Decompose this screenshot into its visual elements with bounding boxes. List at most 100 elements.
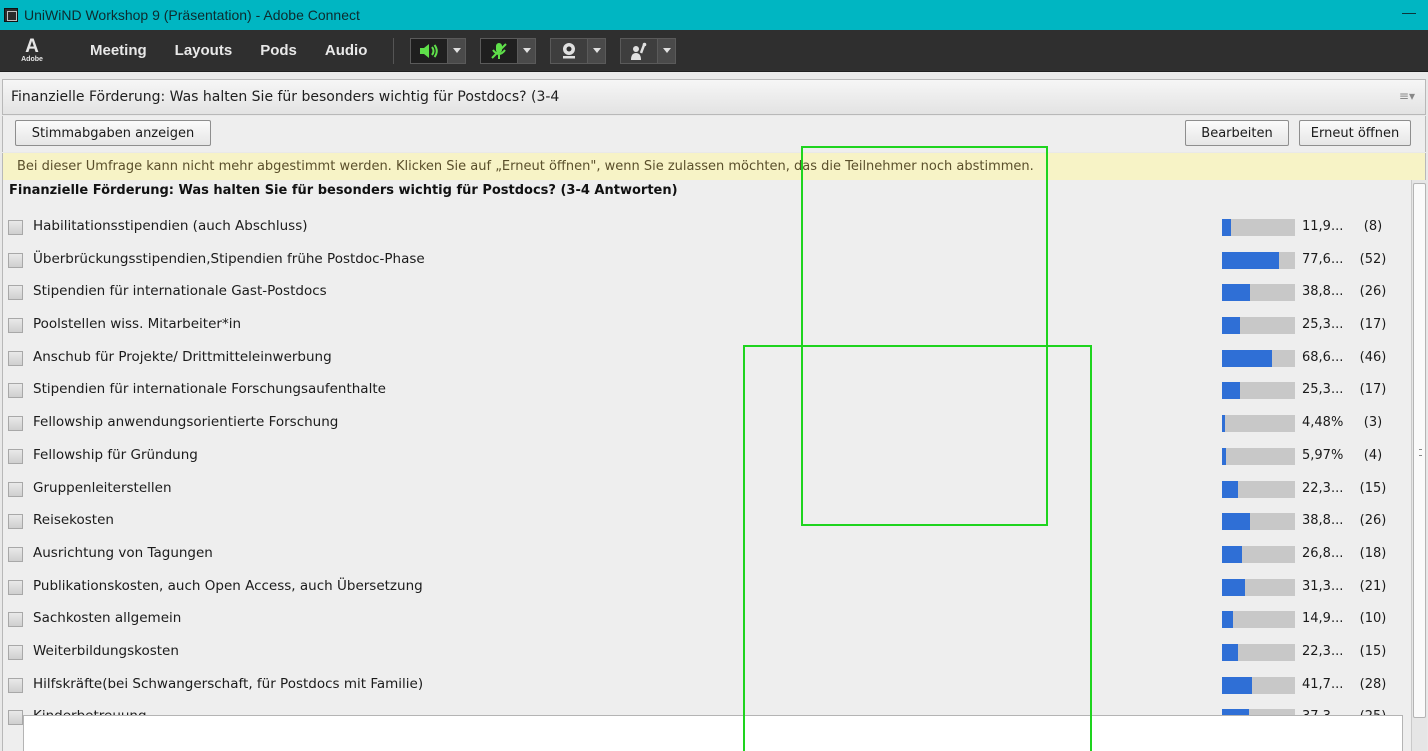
answer-checkbox[interactable]	[8, 350, 23, 366]
answer-result-bar-fill	[1222, 349, 1272, 367]
answer-vote-count: (28)	[1359, 676, 1387, 692]
webcam-dropdown-button[interactable]	[588, 37, 607, 64]
answer-checkbox[interactable]	[8, 285, 23, 301]
webcam-icon	[563, 42, 576, 58]
answer-vote-count: (18)	[1359, 545, 1387, 561]
answer-row: Überbrückungsstipendien,Stipendien frühe…	[3, 244, 1411, 277]
menu-layouts[interactable]: Layouts	[175, 42, 233, 59]
answer-checkbox[interactable]	[8, 644, 23, 660]
answer-checkbox[interactable]	[8, 220, 23, 235]
answer-checkbox[interactable]	[8, 514, 23, 530]
answer-percentage: 38,8...	[1302, 284, 1344, 300]
answer-result-bar	[1222, 578, 1295, 596]
webcam-control[interactable]	[550, 37, 607, 64]
microphone-button[interactable]	[480, 37, 519, 64]
answer-checkbox[interactable]	[8, 481, 23, 497]
answer-checkbox[interactable]	[8, 710, 23, 726]
answer-percentage: 4,48%	[1302, 415, 1344, 431]
answer-label: Weiterbildungskosten	[33, 642, 179, 659]
poll-pod-header: Finanzielle Förderung: Was halten Sie fü…	[2, 79, 1426, 115]
status-control[interactable]	[620, 37, 677, 64]
answer-checkbox[interactable]	[8, 448, 23, 464]
webcam-button[interactable]	[550, 37, 589, 64]
answer-row: Poolstellen wiss. Mitarbeiter*in 25,3... (…	[3, 309, 1411, 342]
reopen-button[interactable]: Erneut öffnen	[1299, 120, 1411, 146]
answer-vote-count: (52)	[1359, 251, 1387, 267]
answer-row: Fellowship anwendungsorientierte Forschu…	[3, 407, 1411, 440]
answer-result-bar-fill	[1222, 545, 1242, 563]
speaker-dropdown-button[interactable]	[448, 37, 467, 64]
chevron-down-icon	[452, 48, 461, 53]
microphone-control[interactable]	[480, 37, 537, 64]
adobe-logo-mark: A	[25, 35, 39, 57]
answer-result-bar	[1222, 447, 1295, 465]
answer-checkbox[interactable]	[8, 318, 23, 334]
answer-result-bar-fill	[1222, 415, 1225, 433]
answer-label: Sachkosten allgemein	[33, 610, 182, 627]
answer-checkbox[interactable]	[8, 579, 23, 595]
answer-vote-count: (3)	[1363, 415, 1383, 431]
edit-button[interactable]: Bearbeiten	[1185, 120, 1289, 146]
answer-result-bar-fill	[1222, 611, 1233, 629]
answer-label: Stipendien für internationale Gast-Postd…	[33, 283, 327, 300]
answer-vote-count: (46)	[1359, 349, 1387, 365]
answer-percentage: 11,9...	[1302, 219, 1344, 234]
menu-pods[interactable]: Pods	[260, 42, 297, 59]
menubar-separator	[393, 37, 395, 64]
poll-text-area[interactable]	[23, 715, 1403, 751]
answer-result-bar-fill	[1222, 480, 1238, 498]
poll-content: Finanzielle Förderung: Was halten Sie fü…	[2, 180, 1427, 751]
answer-label: Ausrichtung von Tagungen	[33, 544, 213, 561]
answer-vote-count: (15)	[1359, 643, 1387, 659]
answer-checkbox[interactable]	[8, 612, 23, 628]
answer-result-bar	[1222, 513, 1295, 531]
answer-checkbox[interactable]	[8, 546, 23, 562]
adobe-connect-app-icon	[4, 8, 18, 22]
speaker-button[interactable]	[410, 37, 449, 64]
menu-audio[interactable]: Audio	[325, 42, 368, 59]
menu-meeting[interactable]: Meeting	[90, 42, 147, 59]
poll-answer-list: Habilitationsstipendien (auch Abschluss)…	[3, 211, 1411, 734]
answer-percentage: 41,7...	[1302, 676, 1344, 692]
answer-result-bar	[1222, 643, 1295, 661]
vertical-scrollbar[interactable]	[1411, 180, 1427, 751]
poll-toolbar: Stimmabgaben anzeigen Bearbeiten Erneut …	[2, 116, 1426, 152]
speaker-icon	[420, 43, 439, 58]
answer-result-bar-fill	[1222, 643, 1238, 661]
show-votes-button[interactable]: Stimmabgaben anzeigen	[15, 120, 211, 146]
answer-percentage: 38,8...	[1302, 513, 1344, 529]
chevron-down-icon	[522, 48, 531, 53]
scrollbar-thumb[interactable]	[1413, 183, 1426, 718]
status-dropdown-button[interactable]	[658, 37, 677, 64]
pod-options-menu-icon[interactable]: ≡▾	[1399, 89, 1415, 103]
answer-result-bar	[1222, 611, 1295, 629]
answer-checkbox[interactable]	[8, 383, 23, 399]
microphone-dropdown-button[interactable]	[518, 37, 537, 64]
speaker-control[interactable]	[410, 37, 467, 64]
answer-vote-count: (4)	[1363, 447, 1383, 463]
answer-row: Hilfskräfte(bei Schwangerschaft, für Pos…	[3, 669, 1411, 702]
answer-row: Habilitationsstipendien (auch Abschluss)…	[3, 211, 1411, 244]
answer-vote-count: (8)	[1363, 219, 1383, 234]
answer-vote-count: (26)	[1359, 284, 1387, 300]
answer-row: Reisekosten 38,8... (26)	[3, 505, 1411, 538]
answer-percentage: 68,6...	[1302, 349, 1344, 365]
answer-result-bar-fill	[1222, 251, 1279, 269]
answer-row: Weiterbildungskosten 22,3... (15)	[3, 636, 1411, 669]
answer-percentage: 22,3...	[1302, 643, 1344, 659]
answer-row: Publikationskosten, auch Open Access, au…	[3, 571, 1411, 604]
answer-result-bar	[1222, 317, 1295, 335]
answer-label: Publikationskosten, auch Open Access, au…	[33, 577, 423, 594]
raise-hand-icon	[631, 42, 647, 60]
answer-checkbox[interactable]	[8, 677, 23, 693]
answer-checkbox[interactable]	[8, 252, 23, 268]
answer-percentage: 25,3...	[1302, 317, 1344, 333]
answer-label: Habilitationsstipendien (auch Abschluss)	[33, 218, 308, 234]
answer-result-bar-fill	[1222, 317, 1240, 335]
raise-hand-button[interactable]	[620, 37, 659, 64]
answer-checkbox[interactable]	[8, 416, 23, 432]
answer-label: Stipendien für internationale Forschungs…	[33, 381, 386, 398]
answer-result-bar	[1222, 349, 1295, 367]
answer-percentage: 31,3...	[1302, 578, 1344, 594]
minimize-button[interactable]: —	[1402, 4, 1416, 20]
